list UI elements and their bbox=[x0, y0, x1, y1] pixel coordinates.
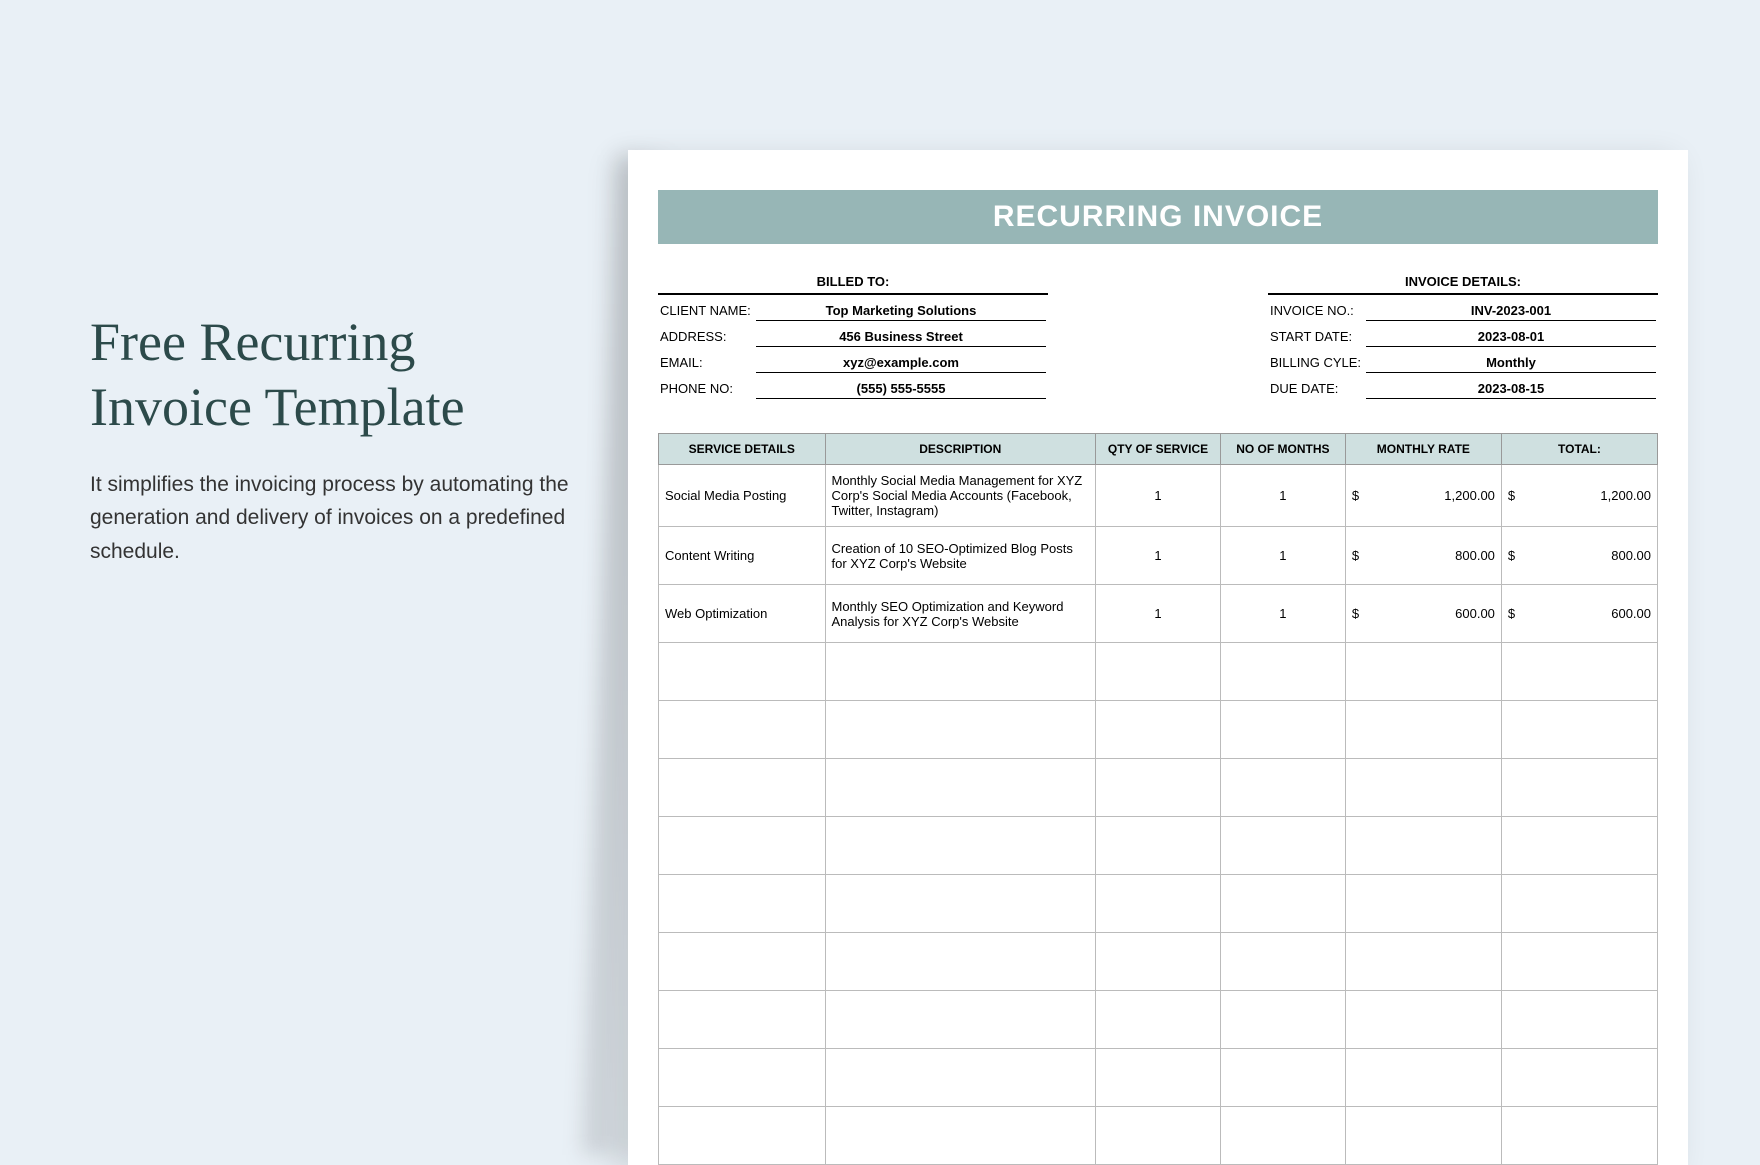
invoice-document: RECURRING INVOICE BILLED TO: CLIENT NAME… bbox=[628, 150, 1688, 1165]
col-description: DESCRIPTION bbox=[825, 434, 1096, 465]
cell-total: $800.00 bbox=[1501, 527, 1657, 585]
page-subtitle: It simplifies the invoicing process by a… bbox=[90, 468, 570, 569]
table-row-empty bbox=[659, 1049, 1658, 1107]
due-date-value: 2023-08-15 bbox=[1366, 381, 1656, 399]
client-name-line: CLIENT NAME: Top Marketing Solutions bbox=[658, 299, 1048, 325]
table-row-empty bbox=[659, 759, 1658, 817]
address-value: 456 Business Street bbox=[756, 329, 1046, 347]
table-row-empty bbox=[659, 875, 1658, 933]
col-qty: QTY OF SERVICE bbox=[1096, 434, 1221, 465]
billing-cycle-label: BILLING CYLE: bbox=[1270, 355, 1366, 373]
table-row-empty bbox=[659, 991, 1658, 1049]
cell-service: Web Optimization bbox=[659, 585, 826, 643]
start-date-label: START DATE: bbox=[1270, 329, 1366, 347]
client-name-label: CLIENT NAME: bbox=[660, 303, 756, 321]
cell-months: 1 bbox=[1220, 465, 1345, 527]
due-date-label: DUE DATE: bbox=[1270, 381, 1366, 399]
invoice-details-heading: INVOICE DETAILS: bbox=[1268, 274, 1658, 295]
phone-value: (555) 555-5555 bbox=[756, 381, 1046, 399]
cell-service: Content Writing bbox=[659, 527, 826, 585]
table-row: Content WritingCreation of 10 SEO-Optimi… bbox=[659, 527, 1658, 585]
invoice-header: RECURRING INVOICE bbox=[658, 190, 1658, 244]
email-line: EMAIL: xyz@example.com bbox=[658, 351, 1048, 377]
col-service: SERVICE DETAILS bbox=[659, 434, 826, 465]
billed-to-block: BILLED TO: CLIENT NAME: Top Marketing So… bbox=[658, 274, 1048, 403]
cell-service: Social Media Posting bbox=[659, 465, 826, 527]
table-row-empty bbox=[659, 701, 1658, 759]
cell-rate: $600.00 bbox=[1345, 585, 1501, 643]
address-line: ADDRESS: 456 Business Street bbox=[658, 325, 1048, 351]
table-row-empty bbox=[659, 933, 1658, 991]
invoice-details-block: INVOICE DETAILS: INVOICE NO.: INV-2023-0… bbox=[1268, 274, 1658, 403]
cell-description: Monthly SEO Optimization and Keyword Ana… bbox=[825, 585, 1096, 643]
services-table: SERVICE DETAILS DESCRIPTION QTY OF SERVI… bbox=[658, 433, 1658, 1165]
cell-rate: $1,200.00 bbox=[1345, 465, 1501, 527]
col-total: TOTAL: bbox=[1501, 434, 1657, 465]
cell-description: Creation of 10 SEO-Optimized Blog Posts … bbox=[825, 527, 1096, 585]
cell-rate: $800.00 bbox=[1345, 527, 1501, 585]
cell-qty: 1 bbox=[1096, 465, 1221, 527]
table-row-empty bbox=[659, 1107, 1658, 1165]
address-label: ADDRESS: bbox=[660, 329, 756, 347]
phone-label: PHONE NO: bbox=[660, 381, 756, 399]
cell-total: $1,200.00 bbox=[1501, 465, 1657, 527]
col-months: NO OF MONTHS bbox=[1220, 434, 1345, 465]
invoice-no-line: INVOICE NO.: INV-2023-001 bbox=[1268, 299, 1658, 325]
cell-qty: 1 bbox=[1096, 585, 1221, 643]
table-row: Social Media PostingMonthly Social Media… bbox=[659, 465, 1658, 527]
promo-panel: Free Recurring Invoice Template It simpl… bbox=[90, 310, 570, 568]
billed-to-heading: BILLED TO: bbox=[658, 274, 1048, 295]
cell-months: 1 bbox=[1220, 585, 1345, 643]
due-date-line: DUE DATE: 2023-08-15 bbox=[1268, 377, 1658, 403]
start-date-line: START DATE: 2023-08-01 bbox=[1268, 325, 1658, 351]
invoice-no-label: INVOICE NO.: bbox=[1270, 303, 1366, 321]
table-row: Web OptimizationMonthly SEO Optimization… bbox=[659, 585, 1658, 643]
billing-cycle-value: Monthly bbox=[1366, 355, 1656, 373]
billing-cycle-line: BILLING CYLE: Monthly bbox=[1268, 351, 1658, 377]
email-label: EMAIL: bbox=[660, 355, 756, 373]
cell-description: Monthly Social Media Management for XYZ … bbox=[825, 465, 1096, 527]
page-title: Free Recurring Invoice Template bbox=[90, 310, 570, 440]
client-name-value: Top Marketing Solutions bbox=[756, 303, 1046, 321]
col-rate: MONTHLY RATE bbox=[1345, 434, 1501, 465]
table-row-empty bbox=[659, 643, 1658, 701]
cell-qty: 1 bbox=[1096, 527, 1221, 585]
info-row: BILLED TO: CLIENT NAME: Top Marketing So… bbox=[658, 274, 1658, 403]
table-row-empty bbox=[659, 817, 1658, 875]
start-date-value: 2023-08-01 bbox=[1366, 329, 1656, 347]
cell-total: $600.00 bbox=[1501, 585, 1657, 643]
table-header-row: SERVICE DETAILS DESCRIPTION QTY OF SERVI… bbox=[659, 434, 1658, 465]
phone-line: PHONE NO: (555) 555-5555 bbox=[658, 377, 1048, 403]
cell-months: 1 bbox=[1220, 527, 1345, 585]
invoice-no-value: INV-2023-001 bbox=[1366, 303, 1656, 321]
email-value: xyz@example.com bbox=[756, 355, 1046, 373]
